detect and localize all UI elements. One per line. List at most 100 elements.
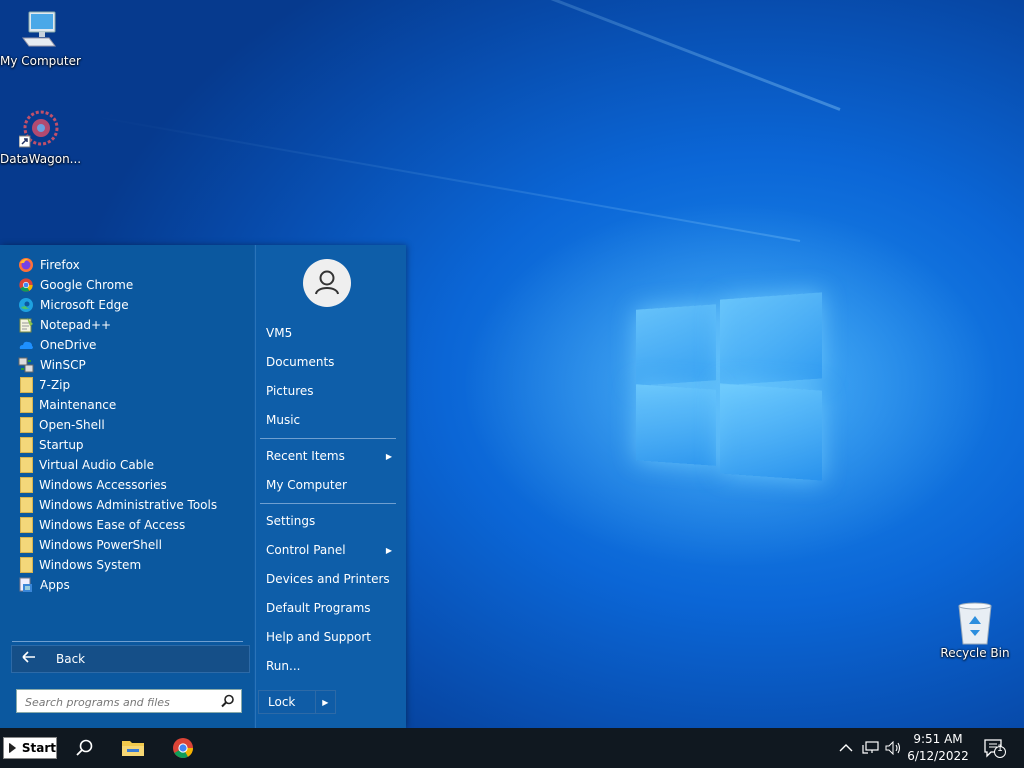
menu-item-label: VM5 [266, 326, 293, 340]
desktop-icon-recycle-bin[interactable]: Recycle Bin [936, 602, 1014, 660]
folder-icon [20, 557, 33, 573]
clock-date: 6/12/2022 [907, 749, 969, 763]
menu-item-label: Devices and Printers [266, 572, 390, 586]
desktop-icon-label: Recycle Bin [940, 646, 1010, 660]
menu-item-pictures[interactable]: Pictures [266, 382, 396, 400]
program-label: WinSCP [40, 358, 86, 372]
clock[interactable]: 9:51 AM 6/12/2022 [905, 731, 971, 765]
program-item[interactable]: Windows Ease of Access [12, 515, 248, 535]
program-item[interactable]: Windows PowerShell [12, 535, 248, 555]
menu-item-help-support[interactable]: Help and Support [266, 628, 396, 646]
program-item[interactable]: Startup [12, 435, 248, 455]
menu-item-music[interactable]: Music [266, 411, 396, 429]
apps-icon [18, 577, 34, 593]
program-label: Microsoft Edge [40, 298, 129, 312]
menu-item-run[interactable]: Run... [266, 657, 396, 675]
program-label: Open-Shell [39, 418, 105, 432]
lock-button[interactable]: Lock ▶ [258, 690, 336, 714]
start-button[interactable]: Start [3, 737, 57, 759]
divider [260, 438, 396, 439]
menu-item-default-programs[interactable]: Default Programs [266, 599, 396, 617]
file-explorer-icon[interactable] [121, 737, 145, 759]
program-item[interactable]: OneDrive [12, 335, 248, 355]
menu-item-devices-printers[interactable]: Devices and Printers [266, 570, 396, 588]
computer-icon [19, 10, 59, 50]
menu-item-my-computer[interactable]: My Computer [266, 476, 396, 494]
program-label: OneDrive [40, 338, 97, 352]
program-item[interactable]: Windows Administrative Tools [12, 495, 248, 515]
light-beam [90, 114, 801, 242]
chrome-icon[interactable] [171, 737, 195, 759]
chevron-right-icon: ▶ [385, 545, 392, 555]
program-item[interactable]: Open-Shell [12, 415, 248, 435]
desktop-icon-datawagon[interactable]: DataWagon... [0, 108, 82, 166]
menu-item-label: Default Programs [266, 601, 371, 615]
search-icon[interactable] [221, 694, 235, 708]
notification-count-badge: 1 [997, 744, 1003, 754]
menu-item-label: Music [266, 413, 301, 427]
program-label: Windows Administrative Tools [39, 498, 218, 512]
program-item[interactable]: Virtual Audio Cable [12, 455, 248, 475]
user-icon [315, 270, 339, 295]
tray-overflow-chevron-icon[interactable] [838, 728, 854, 768]
program-label: Startup [39, 438, 84, 452]
desktop-icon-label: DataWagon... [0, 152, 82, 166]
search-box[interactable] [16, 689, 242, 713]
program-label: Apps [40, 578, 70, 592]
menu-item-recent-items[interactable]: Recent Items ▶ [266, 447, 396, 465]
search-input[interactable] [23, 691, 217, 713]
light-beam [167, 0, 841, 111]
start-menu-programs-panel: Firefox Google Chrome Microsoft Edge Notepa… [0, 245, 254, 728]
folder-icon [20, 417, 33, 433]
program-item[interactable]: Windows System [12, 555, 248, 575]
folder-icon [20, 497, 33, 513]
program-label: Windows System [39, 558, 142, 572]
program-item[interactable]: Windows Accessories [12, 475, 248, 495]
back-label: Back [56, 652, 86, 666]
edge-icon [18, 297, 34, 313]
menu-item-user[interactable]: VM5 [266, 324, 396, 342]
program-item[interactable]: Apps [12, 575, 248, 595]
taskbar: Start 9:51 AM 6/12/2022 1 [0, 728, 1024, 768]
chrome-icon [18, 277, 34, 293]
user-avatar[interactable] [303, 259, 351, 307]
search-icon[interactable] [73, 737, 97, 759]
program-item[interactable]: Firefox [12, 255, 248, 275]
menu-item-documents[interactable]: Documents [266, 353, 396, 371]
start-menu: Firefox Google Chrome Microsoft Edge Notepa… [0, 245, 406, 728]
back-button[interactable]: Back [11, 645, 250, 673]
folder-icon [20, 437, 33, 453]
menu-item-label: Help and Support [266, 630, 371, 644]
program-label: Windows PowerShell [39, 538, 162, 552]
notepad-plus-plus-icon [18, 317, 34, 333]
menu-item-settings[interactable]: Settings [266, 512, 396, 530]
folder-icon [20, 377, 33, 393]
menu-item-label: My Computer [266, 478, 347, 492]
folder-icon [20, 457, 33, 473]
notification-center-icon[interactable]: 1 [983, 728, 1007, 768]
menu-item-label: Control Panel [266, 543, 346, 557]
folder-icon [20, 397, 33, 413]
program-item[interactable]: WinSCP [12, 355, 248, 375]
desktop-icon-my-computer[interactable]: My Computer [0, 10, 81, 68]
program-item[interactable]: Microsoft Edge [12, 295, 248, 315]
program-item[interactable]: Maintenance [12, 395, 248, 415]
program-label: 7-Zip [39, 378, 71, 392]
program-label: Maintenance [39, 398, 117, 412]
menu-item-label: Recent Items [266, 449, 345, 463]
power-options-chevron-icon[interactable]: ▶ [314, 691, 335, 713]
program-label: Notepad++ [40, 318, 112, 332]
menu-item-label: Run... [266, 659, 301, 673]
network-icon[interactable] [862, 728, 880, 768]
volume-icon[interactable] [885, 728, 903, 768]
desktop-icon-label: My Computer [0, 54, 81, 68]
program-label: Windows Accessories [39, 478, 167, 492]
program-item[interactable]: Notepad++ [12, 315, 248, 335]
program-item[interactable]: Google Chrome [12, 275, 248, 295]
program-item[interactable]: 7-Zip [12, 375, 248, 395]
menu-item-control-panel[interactable]: Control Panel ▶ [266, 541, 396, 559]
clock-time: 9:51 AM [913, 732, 963, 746]
start-label: Start [21, 741, 56, 755]
program-label: Virtual Audio Cable [39, 458, 155, 472]
folder-icon [20, 477, 33, 493]
